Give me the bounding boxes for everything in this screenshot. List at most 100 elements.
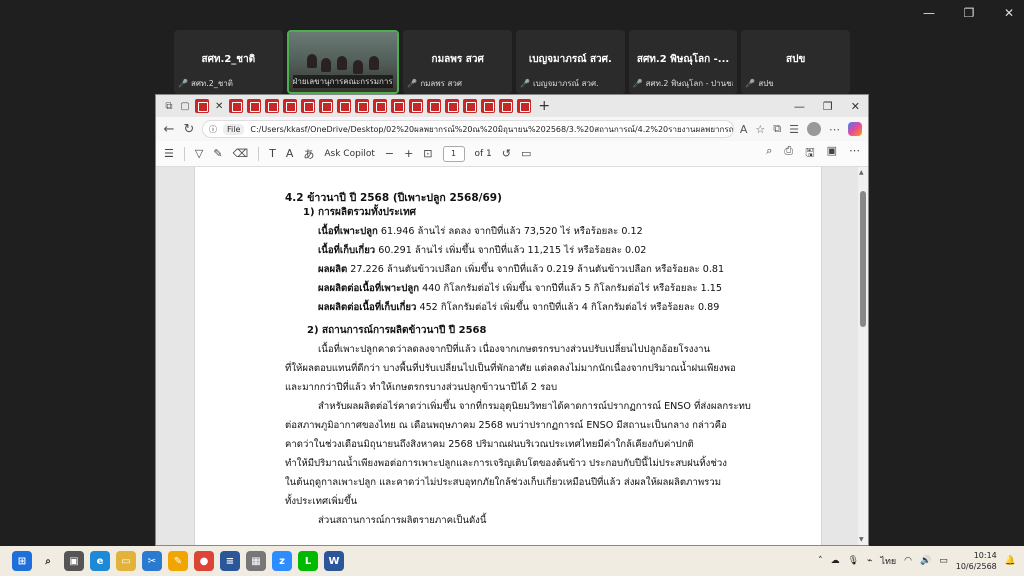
- clock-time: 10:14: [973, 551, 997, 560]
- participant-tile[interactable]: กมลพร สวศ 🎤 กมลพร สวศ: [403, 30, 513, 94]
- snipping-tool-icon[interactable]: ✂: [142, 551, 162, 571]
- pdf-tab[interactable]: [481, 99, 496, 113]
- pdf-tab[interactable]: [265, 99, 280, 113]
- pdf-tab[interactable]: [445, 99, 460, 113]
- tab-actions-icon[interactable]: ▢: [178, 99, 192, 113]
- pdf-tab[interactable]: [229, 99, 244, 113]
- word-icon[interactable]: W: [324, 551, 344, 571]
- search-icon[interactable]: ⌕: [766, 144, 772, 163]
- battery-icon[interactable]: ▭: [939, 556, 948, 566]
- clock[interactable]: 10:14 10/6/2568: [956, 550, 997, 572]
- pdf-tab[interactable]: [517, 99, 532, 113]
- search-taskbar-icon[interactable]: ⌕: [38, 551, 58, 571]
- page-view-icon[interactable]: ▭: [521, 147, 531, 160]
- highlight-icon[interactable]: ▽: [195, 147, 203, 160]
- url-field[interactable]: ⓘ File C:/Users/kkasf/OneDrive/Desktop/0…: [202, 120, 734, 138]
- participant-tile[interactable]: ฝ่ายเลขานุการคณะกรรมการฯ: [286, 30, 400, 94]
- participant-name: สศท.2_ชาติ: [201, 54, 256, 65]
- pdf-viewer[interactable]: 4.2 ข้าวนาปี ปี 2568 (ปีเพาะปลูก 2568/69…: [156, 167, 868, 545]
- restore-icon[interactable]: ❐: [962, 6, 976, 20]
- save-icon[interactable]: 🖫: [805, 144, 814, 163]
- pdf-tab[interactable]: [319, 99, 334, 113]
- wifi-icon[interactable]: ◠: [904, 556, 912, 566]
- pdf-tab[interactable]: [463, 99, 478, 113]
- start-icon[interactable]: ⊞: [12, 551, 32, 571]
- zoom-icon[interactable]: z: [272, 551, 292, 571]
- scroll-down-icon[interactable]: ▼: [859, 536, 864, 543]
- minimize-icon[interactable]: —: [922, 6, 936, 20]
- restore-icon[interactable]: ❐: [823, 100, 833, 113]
- participant-tile[interactable]: สศท.2 พิษณุโลก -... 🎤 สศท.2 พิษณุโลก - ปาน…: [628, 30, 738, 94]
- zoom-in-button[interactable]: +: [404, 147, 413, 160]
- close-icon[interactable]: ✕: [851, 100, 860, 113]
- volume-icon[interactable]: 🔊: [920, 556, 931, 566]
- fit-page-icon[interactable]: ⊡: [423, 147, 432, 160]
- chrome-icon[interactable]: ●: [194, 551, 214, 571]
- contents-icon[interactable]: ☰: [164, 147, 174, 160]
- pdf-tab[interactable]: [337, 99, 352, 113]
- draw-icon[interactable]: ✎: [213, 147, 222, 160]
- read-aloud-pdf-icon[interactable]: A: [286, 147, 294, 160]
- participant-tile[interactable]: สศท.2_ชาติ 🎤 สศท.2_ชาติ: [174, 30, 283, 94]
- cloud-icon[interactable]: ☁: [831, 556, 840, 566]
- calculator-icon[interactable]: ▦: [246, 551, 266, 571]
- copilot-icon[interactable]: [848, 122, 862, 136]
- document-app-icon[interactable]: ≡: [220, 551, 240, 571]
- pdf-tab[interactable]: [427, 99, 442, 113]
- more-icon[interactable]: ⋯: [829, 123, 840, 136]
- sticky-notes-icon[interactable]: ✎: [168, 551, 188, 571]
- task-view-icon[interactable]: ▣: [64, 551, 84, 571]
- pdf-tab[interactable]: [373, 99, 388, 113]
- mic-icon[interactable]: 🎙: [848, 556, 859, 566]
- print-icon[interactable]: ⎙: [784, 144, 793, 163]
- text-icon[interactable]: T: [269, 147, 276, 160]
- page-count: of 1: [474, 148, 492, 159]
- back-icon[interactable]: ←: [162, 122, 176, 137]
- new-tab-button[interactable]: +: [538, 98, 550, 114]
- chevron-up-icon[interactable]: ˄: [818, 556, 823, 566]
- pdf-tab[interactable]: [499, 99, 514, 113]
- language-indicator[interactable]: ไทย: [880, 554, 896, 568]
- pdf-tab[interactable]: [283, 99, 298, 113]
- favorite-star-icon[interactable]: ☆: [755, 123, 765, 136]
- pdf-tab[interactable]: [355, 99, 370, 113]
- pdf-tab[interactable]: [301, 99, 316, 113]
- browser-window-controls: — ❐ ✕: [794, 100, 868, 113]
- more-options-icon[interactable]: ⋯: [849, 144, 860, 163]
- network-icon[interactable]: ⌁: [867, 556, 872, 566]
- participant-label: 🎤 สศท.2_ชาติ: [178, 77, 279, 90]
- save-as-icon[interactable]: ▣: [827, 144, 837, 163]
- stat-value: 60.291 ล้านไร่ เพิ่มขึ้น จากปีที่แล้ว 11…: [375, 245, 647, 256]
- vertical-scrollbar[interactable]: ▲ ▼: [858, 167, 868, 545]
- person-figure: [336, 56, 347, 70]
- favorites-icon[interactable]: ☰: [789, 123, 799, 136]
- erase-icon[interactable]: ⌫: [233, 147, 249, 160]
- edge-icon[interactable]: e: [90, 551, 110, 571]
- mic-off-icon: 🎤: [745, 79, 756, 88]
- notification-icon[interactable]: 🔔: [1005, 556, 1016, 566]
- file-explorer-icon[interactable]: ▭: [116, 551, 136, 571]
- scrollbar-thumb[interactable]: [860, 191, 866, 327]
- line-icon[interactable]: L: [298, 551, 318, 571]
- pdf-tab[interactable]: [247, 99, 262, 113]
- read-aloud-icon[interactable]: A: [740, 123, 748, 136]
- rotate-icon[interactable]: ↺: [502, 147, 511, 160]
- paragraph-line: คาดว่าในช่วงเดือนมิถุนายนถึงสิงหาคม 2568…: [285, 439, 694, 450]
- participant-tile[interactable]: สปข 🎤 สปข: [741, 30, 851, 94]
- page-number-input[interactable]: 1: [442, 145, 465, 162]
- ask-copilot-button[interactable]: Ask Copilot: [324, 149, 374, 159]
- pdf-tab[interactable]: [391, 99, 406, 113]
- pdf-tab[interactable]: [409, 99, 424, 113]
- scroll-up-icon[interactable]: ▲: [859, 169, 864, 176]
- zoom-out-button[interactable]: −: [385, 147, 394, 160]
- workspaces-icon[interactable]: ⧉: [162, 99, 176, 113]
- translate-icon[interactable]: あ: [303, 146, 314, 162]
- pdf-tab[interactable]: [195, 99, 209, 113]
- profile-avatar[interactable]: [807, 122, 821, 136]
- close-tab-icon[interactable]: ✕: [215, 101, 223, 112]
- extensions-icon[interactable]: ⧉: [773, 122, 781, 136]
- refresh-icon[interactable]: ↻: [182, 122, 196, 137]
- minimize-icon[interactable]: —: [794, 100, 805, 113]
- close-icon[interactable]: ✕: [1002, 6, 1016, 20]
- participant-tile[interactable]: เบญจมาภรณ์ สวศ. 🎤 เบญจมาภรณ์ สวศ.: [516, 30, 625, 94]
